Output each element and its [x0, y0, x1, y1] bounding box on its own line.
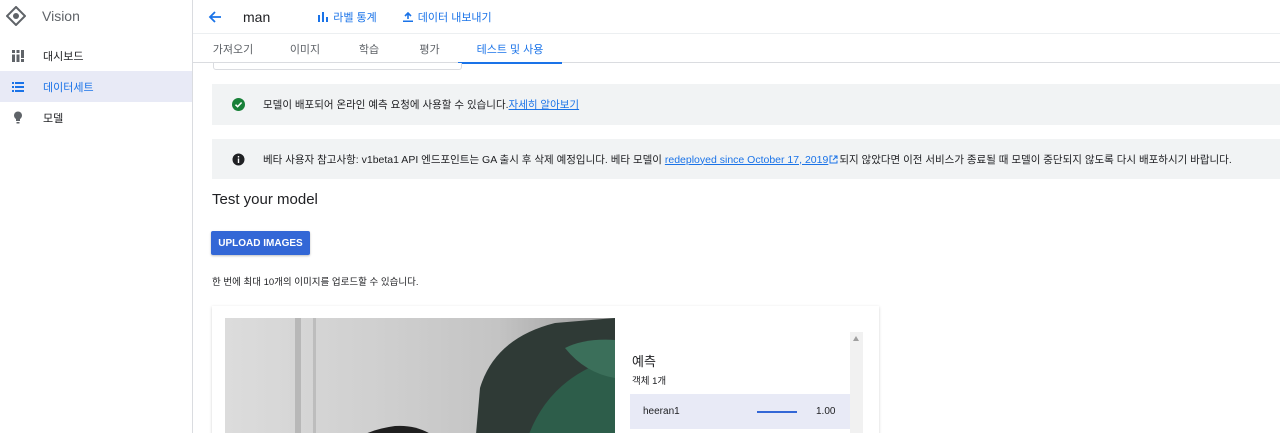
sidebar-item-dashboard[interactable]: 대시보드	[0, 40, 192, 71]
dashboard-icon	[11, 49, 25, 63]
label-stats-label: 라벨 통계	[333, 11, 377, 24]
upload-images-button[interactable]: UPLOAD IMAGES	[211, 231, 310, 255]
main-content: 모델이 배포되어 온라인 예측 요청에 사용할 수 있습니다. 자세히 알아보기 …	[193, 63, 1280, 433]
app-title: Vision	[42, 7, 80, 24]
vision-diamond-icon[interactable]	[6, 5, 26, 26]
tab-bar: 가져오기 이미지 학습 평가 테스트 및 사용	[193, 33, 1280, 64]
prediction-score: 1.00	[816, 406, 836, 417]
beta-message-start: 베타 사용자 참고사항: v1beta1 API 엔드포인트는 GA 출시 후 …	[263, 153, 665, 166]
tab-test-and-use[interactable]: 테스트 및 사용	[458, 34, 562, 64]
prediction-label: heeran1	[643, 406, 680, 417]
upload-icon	[402, 11, 413, 22]
bar-chart-icon	[318, 11, 329, 22]
check-circle-icon	[232, 98, 245, 111]
external-link-icon	[829, 155, 838, 164]
page-header: man 라벨 통계 데이터 내보내기	[193, 0, 1280, 33]
label-stats-button[interactable]: 라벨 통계	[318, 9, 377, 25]
dataset-name: man	[243, 8, 271, 25]
sidebar-nav: 대시보드 데이터세트 모델	[0, 40, 192, 133]
sidebar-item-datasets[interactable]: 데이터세트	[0, 71, 192, 102]
scroll-up-icon[interactable]	[853, 336, 859, 341]
prediction-count: 객체 1개	[632, 376, 667, 387]
export-data-label: 데이터 내보내기	[417, 11, 492, 24]
info-icon	[232, 153, 245, 165]
sidebar-item-label: 데이터세트	[43, 81, 94, 94]
success-message: 모델이 배포되어 온라인 예측 요청에 사용할 수 있습니다.	[263, 99, 509, 111]
sidebar-item-models[interactable]: 모델	[0, 102, 192, 133]
tab-images[interactable]: 이미지	[273, 34, 337, 63]
prediction-title: 예측	[632, 354, 656, 369]
sidebar-item-label: 대시보드	[43, 50, 84, 63]
confidence-bar-fill	[757, 410, 797, 413]
prediction-row[interactable]: heeran1 1.00	[630, 394, 850, 429]
brand: Vision	[0, 0, 192, 31]
back-arrow-icon[interactable]	[207, 9, 223, 25]
upload-hint: 한 번에 최대 10개의 이미지를 업로드할 수 있습니다.	[212, 277, 419, 288]
prediction-card: 예측 객체 1개 heeran1 1.00	[212, 306, 879, 433]
deploy-success-banner: 모델이 배포되어 온라인 예측 요청에 사용할 수 있습니다. 자세히 알아보기	[212, 84, 1280, 125]
tab-evaluate[interactable]: 평가	[401, 34, 458, 63]
learn-more-link[interactable]: 자세히 알아보기	[509, 97, 580, 112]
tab-train[interactable]: 학습	[337, 34, 401, 63]
tab-import[interactable]: 가져오기	[193, 34, 273, 63]
sidebar: Vision 대시보드 데이터세트 모델	[0, 0, 193, 433]
sidebar-item-label: 모델	[43, 112, 64, 125]
beta-message-end: 되지 않았다면 이전 서비스가 종료될 때 모델이 중단되지 않도록 다시 배포…	[839, 153, 1232, 166]
prediction-panel: 예측 객체 1개 heeran1 1.00	[630, 330, 850, 433]
lightbulb-icon	[11, 111, 25, 125]
uploaded-photo	[225, 318, 615, 433]
prediction-scrollbar[interactable]	[850, 332, 863, 433]
deploy-field	[213, 63, 462, 70]
redeployed-link[interactable]: redeployed since October 17, 2019	[665, 154, 828, 166]
beta-notice-banner: 베타 사용자 참고사항: v1beta1 API 엔드포인트는 GA 출시 후 …	[212, 139, 1280, 179]
export-data-button[interactable]: 데이터 내보내기	[402, 9, 492, 25]
list-icon	[11, 80, 25, 94]
confidence-bar	[757, 410, 797, 413]
test-model-title: Test your model	[212, 191, 318, 208]
